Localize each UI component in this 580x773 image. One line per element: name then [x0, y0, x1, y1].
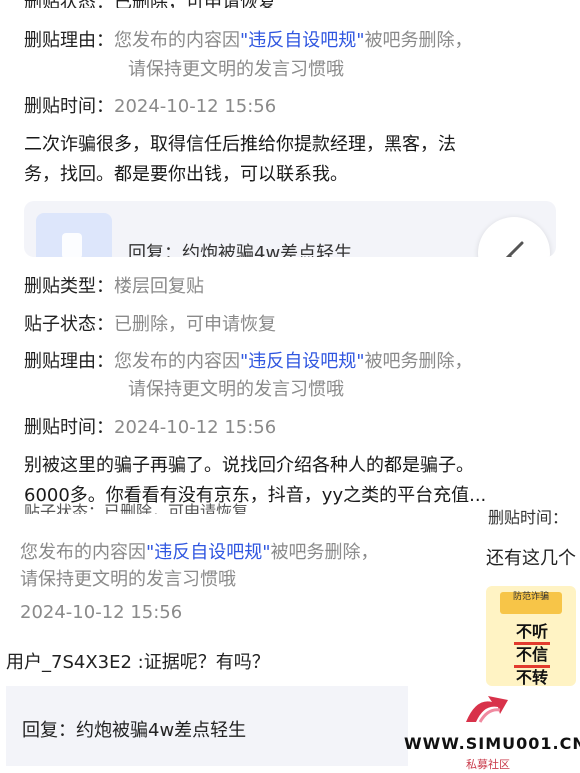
- time-value: 2024-10-12 15:56: [20, 602, 183, 623]
- type-value: 楼层回复贴: [114, 276, 204, 297]
- reason-line2: 请保持更文明的发言习惯哦: [20, 569, 236, 590]
- rule-link[interactable]: "违反自设吧规": [240, 30, 365, 51]
- status-label: 贴子状态：: [24, 314, 114, 335]
- rule-link[interactable]: "违反自设吧规": [146, 542, 271, 563]
- content-line: 二次诈骗很多，取得信任后推给你提款经理，黑客，法: [24, 134, 456, 155]
- user-comment: 用户_7S4X3E2 :证据呢？有吗？: [6, 652, 270, 673]
- type-row: 删贴类型：楼层回复贴: [24, 272, 204, 298]
- time-label: 删贴时间：: [24, 417, 114, 438]
- thumb-header: 防范诈骗: [500, 592, 562, 614]
- arrow-logo-icon: [466, 696, 508, 723]
- rule-link[interactable]: "违反自设吧规": [240, 351, 365, 372]
- reason-value: 您发布的内容因"违反自设吧规"被吧务删除，: [20, 542, 379, 563]
- reply-card-title: 回复：约炮被骗4w差点轻生: [128, 243, 353, 257]
- time-row: 删贴时间：2024-10-12 15:56: [24, 413, 276, 439]
- reason-line2: 请保持更文明的发言习惯哦: [128, 59, 344, 80]
- time-row: 删贴时间：2024-10-12 15:56: [24, 92, 276, 118]
- reply-card[interactable]: 回复：约炮被骗4w差点轻生: [24, 201, 556, 257]
- anti-fraud-thumbnail[interactable]: 防范诈骗 不听 不信 不转账: [486, 586, 576, 686]
- reason-row: 删贴理由：您发布的内容因"违反自设吧规"被吧务删除，: [24, 26, 473, 52]
- document-icon: [36, 213, 112, 257]
- status-row-cropped: 贴子状态：已删除，可申请恢复: [24, 502, 249, 514]
- time-value: 2024-10-12 15:56: [114, 417, 277, 438]
- time-value: 2024-10-12 15:56: [114, 96, 277, 117]
- status-value: 已删除，可申请恢复: [114, 314, 276, 335]
- side-post-text: 还有这几个: [486, 548, 576, 569]
- watermark-site: WWW.SIMU001.CN: [404, 734, 580, 753]
- thumb-slogan: 不听 不信 不转账: [514, 622, 550, 686]
- time-label-cropped: 删贴时间：: [488, 508, 569, 527]
- watermark-sub: 私募社区: [466, 758, 510, 771]
- post-content: 二次诈骗很多，取得信任后推给你提款经理，黑客，法 务，找回。都是要你出钱，可以联…: [24, 130, 564, 190]
- status-row-cropped: 删贴状态：已删除，可申请恢复: [24, 0, 276, 8]
- status-text: 删贴状态：已删除，可申请恢复: [24, 0, 276, 8]
- deleted-post-card: 删贴类型：楼层回复贴 贴子状态：已删除，可申请恢复 删贴理由：您发布的内容因"违…: [0, 258, 580, 508]
- reason-label: 删贴理由：: [24, 351, 114, 372]
- content-line: 务，找回。都是要你出钱，可以联系我。: [24, 164, 348, 185]
- reply-card[interactable]: 回复：约炮被骗4w差点轻生: [6, 686, 408, 766]
- type-label: 删贴类型：: [24, 276, 114, 297]
- reason-row: 删贴理由：您发布的内容因"违反自设吧规"被吧务删除，: [24, 347, 473, 373]
- reply-text: 回复：约炮被骗4w差点轻生: [22, 720, 247, 741]
- time-label: 删贴时间：: [24, 96, 114, 117]
- status-row: 贴子状态：已删除，可申请恢复: [24, 310, 276, 336]
- reason-label: 删贴理由：: [24, 30, 114, 51]
- reason-value: 您发布的内容因"违反自设吧规"被吧务删除，: [114, 351, 473, 372]
- watermark: WWW.SIMU001.CN 私募社区: [404, 688, 580, 773]
- broom-icon[interactable]: [478, 217, 550, 257]
- content-line: 别被这里的骗子再骗了。说找回介绍各种人的都是骗子。: [24, 455, 474, 476]
- reason-value: 您发布的内容因"违反自设吧规"被吧务删除，: [114, 30, 473, 51]
- reason-line2: 请保持更文明的发言习惯哦: [128, 379, 344, 400]
